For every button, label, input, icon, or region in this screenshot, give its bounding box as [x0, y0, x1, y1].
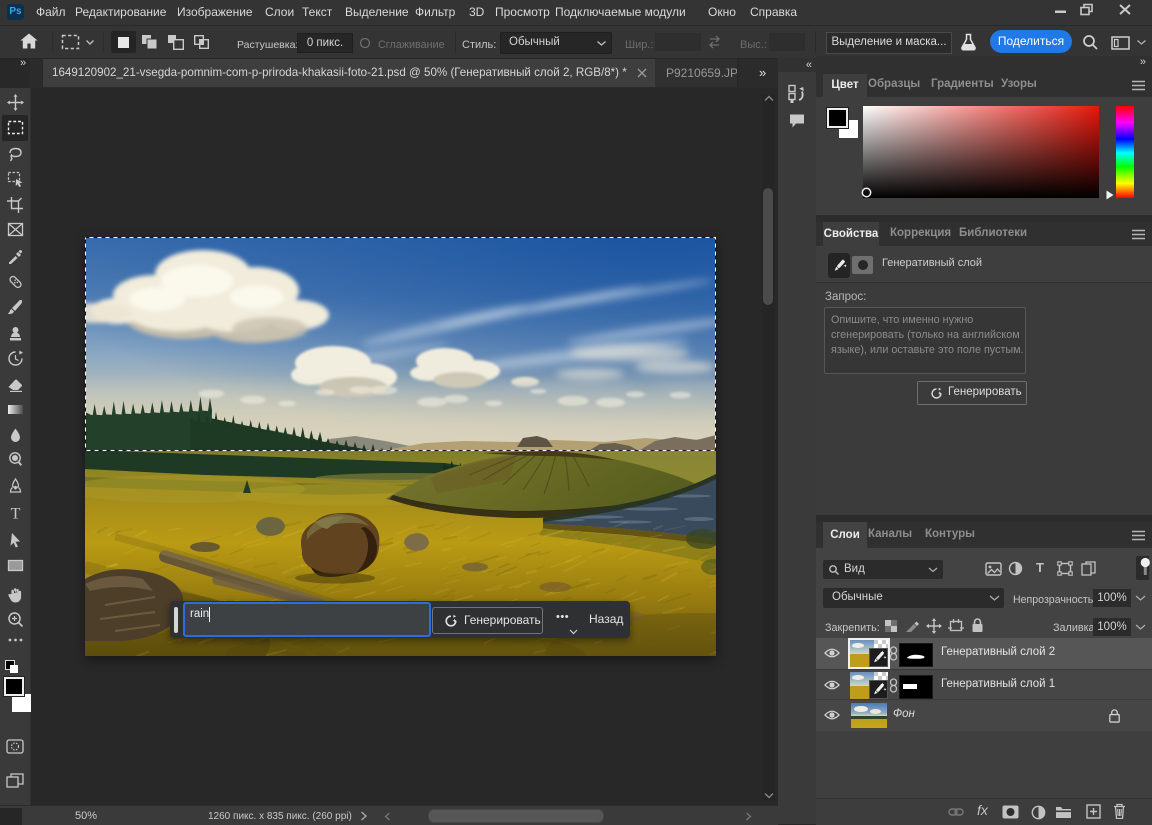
- svg-text:T: T: [11, 506, 21, 522]
